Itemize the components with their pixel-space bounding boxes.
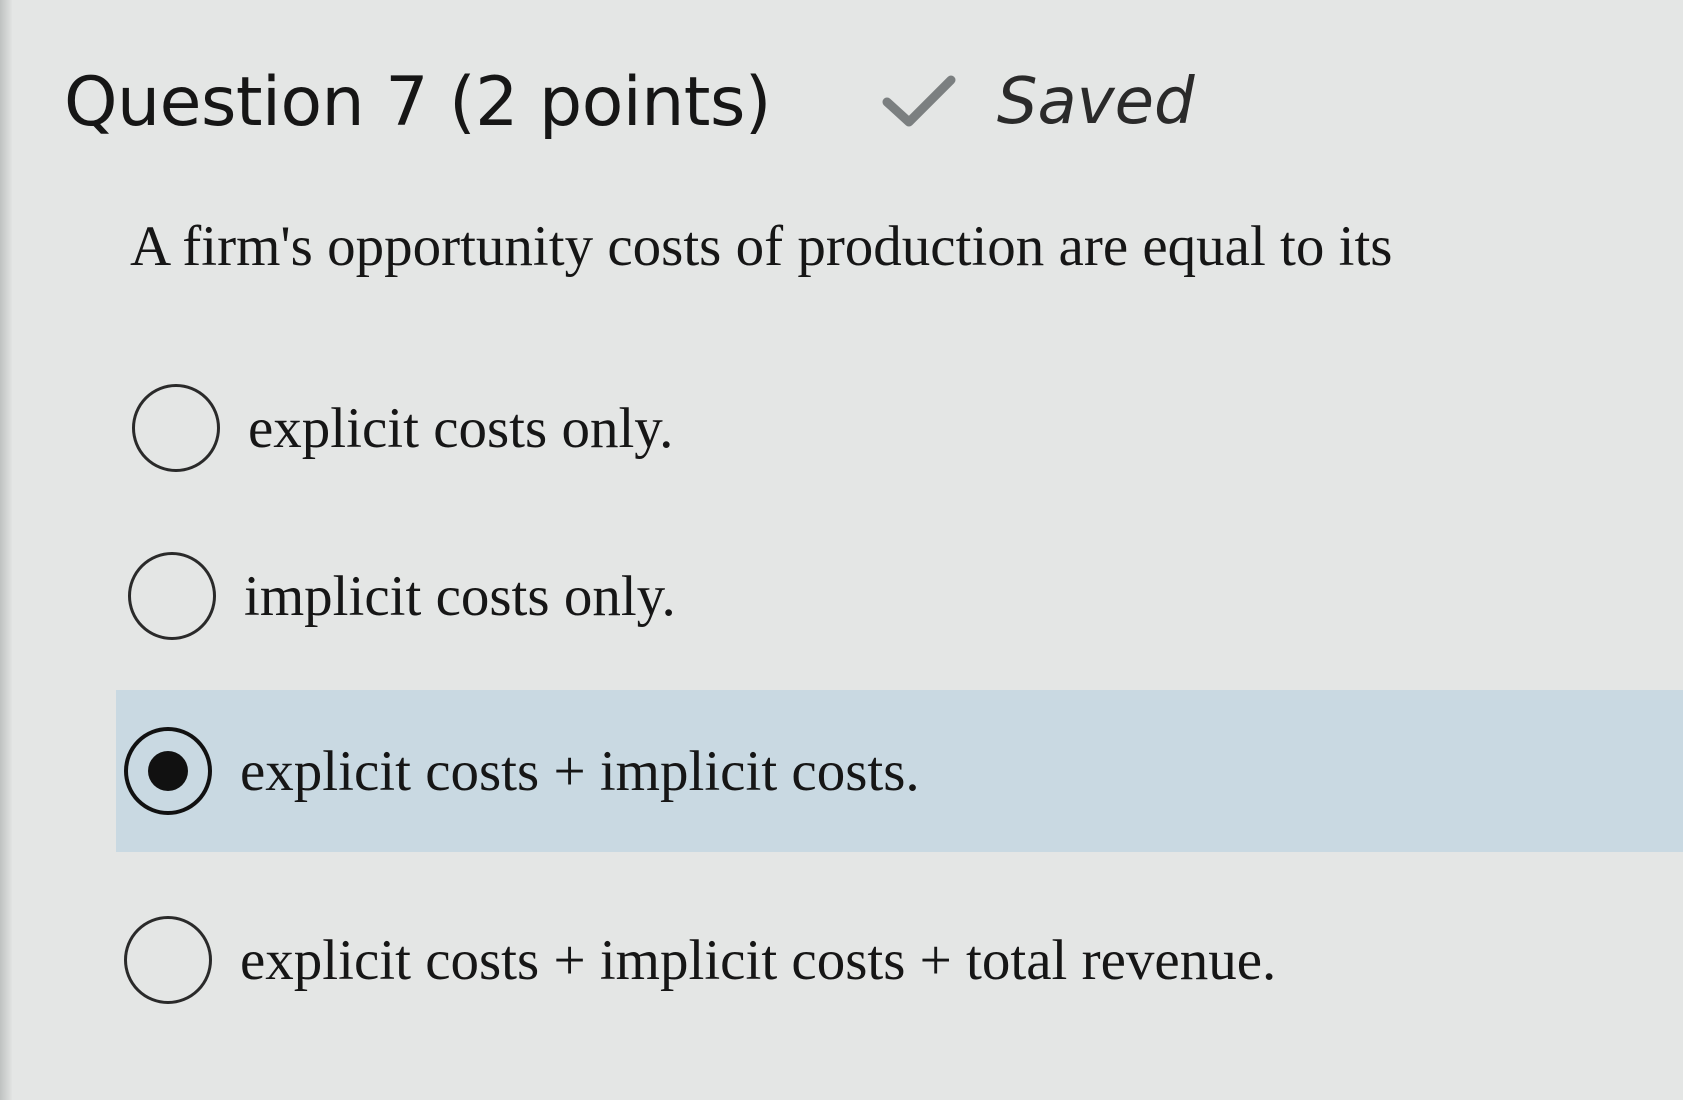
radio-button[interactable] xyxy=(124,916,212,1004)
radio-button-selected[interactable] xyxy=(124,727,212,815)
option-4[interactable]: explicit costs + implicit costs + total … xyxy=(124,912,1276,1008)
option-label: explicit costs + implicit costs + total … xyxy=(240,928,1277,992)
option-1[interactable]: explicit costs only. xyxy=(132,382,673,474)
radio-button[interactable] xyxy=(128,552,216,640)
option-3-selected[interactable]: explicit costs + implicit costs. xyxy=(116,690,1683,852)
option-label: explicit costs + implicit costs. xyxy=(240,739,920,803)
answer-options: explicit costs only. implicit costs only… xyxy=(0,0,1683,1100)
radio-dot-icon xyxy=(148,751,188,791)
radio-button[interactable] xyxy=(132,384,220,472)
option-2[interactable]: implicit costs only. xyxy=(128,548,676,644)
option-label: implicit costs only. xyxy=(244,564,676,628)
option-label: explicit costs only. xyxy=(248,396,674,460)
